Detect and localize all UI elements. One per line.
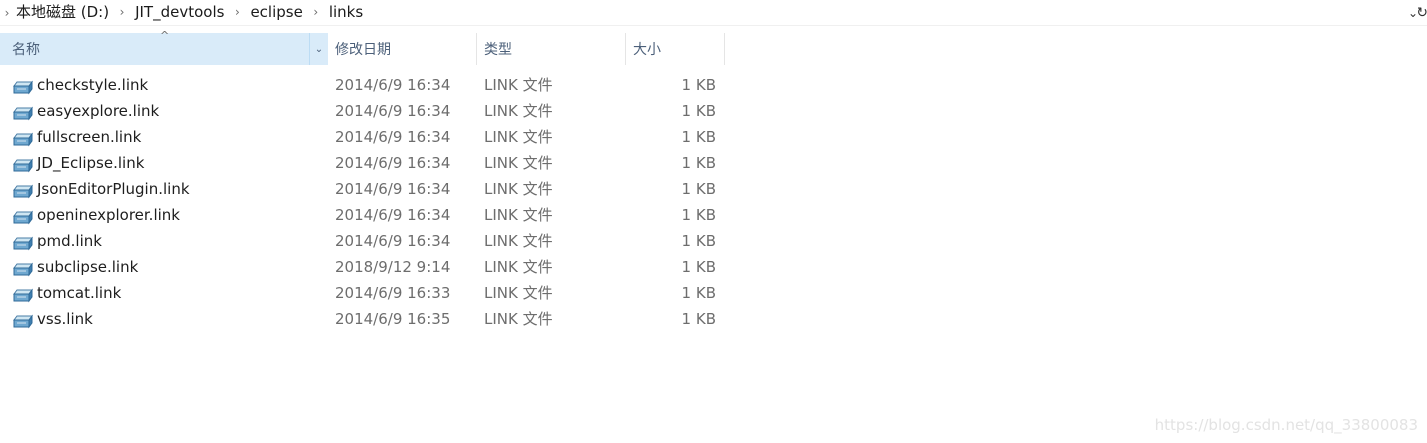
- file-date: 2014/6/9 16:34: [335, 154, 451, 172]
- column-header-size[interactable]: 大小: [626, 33, 725, 65]
- file-size: 1 KB: [681, 180, 716, 198]
- file-icon: [13, 207, 33, 225]
- column-headers: ^ 名称 ⌄ 修改日期 类型 大小: [0, 29, 1427, 65]
- column-header-type[interactable]: 类型: [477, 33, 626, 65]
- file-row[interactable]: JsonEditorPlugin.link 2014/6/9 16:34 LIN…: [0, 176, 728, 202]
- file-icon: [13, 129, 33, 147]
- chevron-down-icon[interactable]: ⌄: [310, 33, 328, 65]
- column-header-name-label: 名称: [12, 42, 40, 58]
- file-type: LINK 文件: [484, 284, 553, 302]
- file-row[interactable]: pmd.link 2014/6/9 16:34 LINK 文件 1 KB: [0, 228, 728, 254]
- file-date: 2014/6/9 16:34: [335, 206, 451, 224]
- refresh-icon[interactable]: ↻: [1418, 0, 1427, 25]
- file-size: 1 KB: [681, 154, 716, 172]
- column-header-date-label: 修改日期: [335, 42, 391, 58]
- chevron-right-icon[interactable]: ›: [0, 0, 14, 25]
- file-icon: [13, 103, 33, 121]
- file-size: 1 KB: [681, 102, 716, 120]
- file-type: LINK 文件: [484, 310, 553, 328]
- file-type: LINK 文件: [484, 258, 553, 276]
- file-list: checkstyle.link 2014/6/9 16:34 LINK 文件 1…: [0, 72, 728, 332]
- file-date: 2014/6/9 16:34: [335, 232, 451, 250]
- file-type: LINK 文件: [484, 232, 553, 250]
- chevron-right-icon[interactable]: ›: [111, 0, 133, 25]
- file-row[interactable]: openinexplorer.link 2014/6/9 16:34 LINK …: [0, 202, 728, 228]
- file-row[interactable]: subclipse.link 2018/9/12 9:14 LINK 文件 1 …: [0, 254, 728, 280]
- file-icon: [13, 77, 33, 95]
- divider: [0, 25, 1427, 26]
- file-row[interactable]: tomcat.link 2014/6/9 16:33 LINK 文件 1 KB: [0, 280, 728, 306]
- file-size: 1 KB: [681, 206, 716, 224]
- column-header-size-label: 大小: [633, 42, 661, 58]
- file-size: 1 KB: [681, 258, 716, 276]
- file-row[interactable]: easyexplore.link 2014/6/9 16:34 LINK 文件 …: [0, 98, 728, 124]
- file-name[interactable]: easyexplore.link: [37, 98, 159, 124]
- file-date: 2014/6/9 16:34: [335, 180, 451, 198]
- file-icon: [13, 285, 33, 303]
- file-date: 2018/9/12 9:14: [335, 258, 451, 276]
- file-size: 1 KB: [681, 128, 716, 146]
- file-size: 1 KB: [681, 76, 716, 94]
- file-name[interactable]: JsonEditorPlugin.link: [37, 176, 190, 202]
- file-row[interactable]: JD_Eclipse.link 2014/6/9 16:34 LINK 文件 1…: [0, 150, 728, 176]
- file-row[interactable]: checkstyle.link 2014/6/9 16:34 LINK 文件 1…: [0, 72, 728, 98]
- file-type: LINK 文件: [484, 102, 553, 120]
- file-icon: [13, 155, 33, 173]
- file-row[interactable]: fullscreen.link 2014/6/9 16:34 LINK 文件 1…: [0, 124, 728, 150]
- sort-ascending-icon: ^: [160, 29, 170, 42]
- file-name[interactable]: openinexplorer.link: [37, 202, 180, 228]
- breadcrumb-item-links[interactable]: links: [327, 0, 365, 25]
- column-header-date[interactable]: 修改日期: [328, 33, 477, 65]
- file-row[interactable]: vss.link 2014/6/9 16:35 LINK 文件 1 KB: [0, 306, 728, 332]
- file-type: LINK 文件: [484, 180, 553, 198]
- file-icon: [13, 311, 33, 329]
- file-date: 2014/6/9 16:34: [335, 128, 451, 146]
- file-name[interactable]: tomcat.link: [37, 280, 121, 306]
- breadcrumb-item-drive[interactable]: 本地磁盘 (D:): [14, 0, 111, 25]
- file-size: 1 KB: [681, 310, 716, 328]
- file-icon: [13, 259, 33, 277]
- file-date: 2014/6/9 16:34: [335, 102, 451, 120]
- file-date: 2014/6/9 16:33: [335, 284, 451, 302]
- breadcrumb-item-eclipse[interactable]: eclipse: [248, 0, 304, 25]
- file-name[interactable]: checkstyle.link: [37, 72, 148, 98]
- watermark: https://blog.csdn.net/qq_33800083: [1154, 416, 1418, 434]
- file-name[interactable]: fullscreen.link: [37, 124, 141, 150]
- file-name[interactable]: JD_Eclipse.link: [37, 150, 144, 176]
- breadcrumb-item-jit-devtools[interactable]: JIT_devtools: [133, 0, 226, 25]
- divider[interactable]: [724, 33, 725, 65]
- chevron-right-icon[interactable]: ›: [305, 0, 327, 25]
- file-date: 2014/6/9 16:35: [335, 310, 451, 328]
- file-name[interactable]: vss.link: [37, 306, 93, 332]
- file-size: 1 KB: [681, 284, 716, 302]
- file-icon: [13, 233, 33, 251]
- file-name[interactable]: pmd.link: [37, 228, 102, 254]
- column-header-type-label: 类型: [484, 42, 512, 58]
- file-type: LINK 文件: [484, 128, 553, 146]
- file-type: LINK 文件: [484, 76, 553, 94]
- column-header-name[interactable]: ^ 名称: [0, 29, 328, 65]
- chevron-right-icon[interactable]: ›: [226, 0, 248, 25]
- file-date: 2014/6/9 16:34: [335, 76, 451, 94]
- file-size: 1 KB: [681, 232, 716, 250]
- address-bar[interactable]: › 本地磁盘 (D:) › JIT_devtools › eclipse › l…: [0, 0, 1427, 25]
- file-type: LINK 文件: [484, 206, 553, 224]
- file-icon: [13, 181, 33, 199]
- file-name[interactable]: subclipse.link: [37, 254, 138, 280]
- file-type: LINK 文件: [484, 154, 553, 172]
